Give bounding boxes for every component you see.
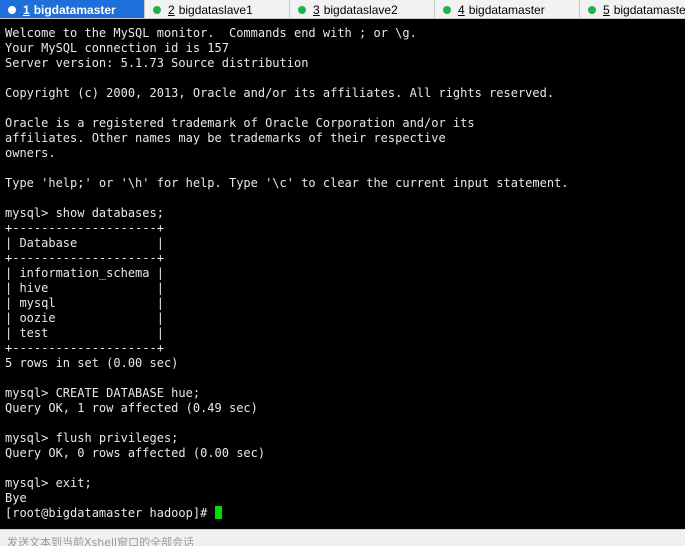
session-status-icon bbox=[298, 5, 306, 14]
terminal-line: +--------------------+ bbox=[5, 251, 164, 265]
session-tab-3[interactable]: 3 bigdataslave2 bbox=[290, 0, 435, 18]
session-tab-1[interactable]: 1 bigdatamaster bbox=[0, 0, 145, 18]
terminal-line: | oozie | bbox=[5, 311, 164, 325]
session-status-icon bbox=[588, 5, 596, 14]
session-tab-bar: 1 bigdatamaster 2 bigdataslave1 3 bigdataslav… bbox=[0, 0, 685, 19]
terminal-line: | hive | bbox=[5, 281, 164, 295]
terminal-line: Bye bbox=[5, 491, 27, 505]
tab-label: bigdataslave1 bbox=[178, 2, 253, 17]
session-tab-5[interactable]: 5 bigdatamaster bbox=[580, 0, 685, 18]
tab-number: 4 bbox=[458, 2, 465, 17]
terminal-line: Welcome to the MySQL monitor. Commands e… bbox=[5, 26, 417, 40]
tab-number: 3 bbox=[313, 2, 320, 17]
terminal-line: Oracle is a registered trademark of Orac… bbox=[5, 116, 475, 130]
session-status-icon bbox=[8, 5, 16, 14]
terminal-line: | information_schema | bbox=[5, 266, 164, 280]
terminal-line: 5 rows in set (0.00 sec) bbox=[5, 356, 179, 370]
terminal-line: Copyright (c) 2000, 2013, Oracle and/or … bbox=[5, 86, 555, 100]
terminal-cursor bbox=[214, 506, 222, 519]
tab-label: bigdatamaster bbox=[468, 2, 545, 17]
terminal-line: owners. bbox=[5, 146, 56, 160]
terminal-prompt-line: [root@bigdatamaster hadoop]# bbox=[5, 506, 685, 521]
terminal-line: Type 'help;' or '\h' for help. Type '\c'… bbox=[5, 176, 569, 190]
tab-label: bigdatamaster bbox=[613, 2, 685, 17]
terminal-line: mysql> CREATE DATABASE hue; bbox=[5, 386, 201, 400]
terminal-line: | Database | bbox=[5, 236, 164, 250]
compose-bar bbox=[0, 529, 685, 546]
terminal-line: Server version: 5.1.73 Source distributi… bbox=[5, 56, 309, 70]
terminal-line: Query OK, 0 rows affected (0.00 sec) bbox=[5, 446, 266, 460]
terminal-line: | mysql | bbox=[5, 296, 164, 310]
tab-number: 2 bbox=[168, 2, 175, 17]
terminal-line: mysql> show databases; bbox=[5, 206, 164, 220]
terminal-output[interactable]: Welcome to the MySQL monitor. Commands e… bbox=[0, 19, 685, 529]
compose-input[interactable] bbox=[7, 536, 677, 546]
tab-number: 1 bbox=[23, 2, 30, 17]
tab-label: bigdatamaster bbox=[33, 2, 116, 17]
terminal-line: +--------------------+ bbox=[5, 341, 164, 355]
terminal-lines: Welcome to the MySQL monitor. Commands e… bbox=[5, 26, 685, 506]
session-status-icon bbox=[153, 5, 161, 14]
tab-label: bigdataslave2 bbox=[323, 2, 398, 17]
tab-number: 5 bbox=[603, 2, 610, 17]
session-tab-4[interactable]: 4 bigdatamaster bbox=[435, 0, 580, 18]
session-tab-2[interactable]: 2 bigdataslave1 bbox=[145, 0, 290, 18]
terminal-line: | test | bbox=[5, 326, 164, 340]
terminal-line: mysql> flush privileges; bbox=[5, 431, 179, 445]
terminal-line: mysql> exit; bbox=[5, 476, 92, 490]
shell-prompt: [root@bigdatamaster hadoop]# bbox=[5, 506, 215, 520]
terminal-line: affiliates. Other names may be trademark… bbox=[5, 131, 446, 145]
terminal-line: +--------------------+ bbox=[5, 221, 164, 235]
terminal-line: Query OK, 1 row affected (0.49 sec) bbox=[5, 401, 258, 415]
terminal-line: Your MySQL connection id is 157 bbox=[5, 41, 229, 55]
session-status-icon bbox=[443, 5, 451, 14]
